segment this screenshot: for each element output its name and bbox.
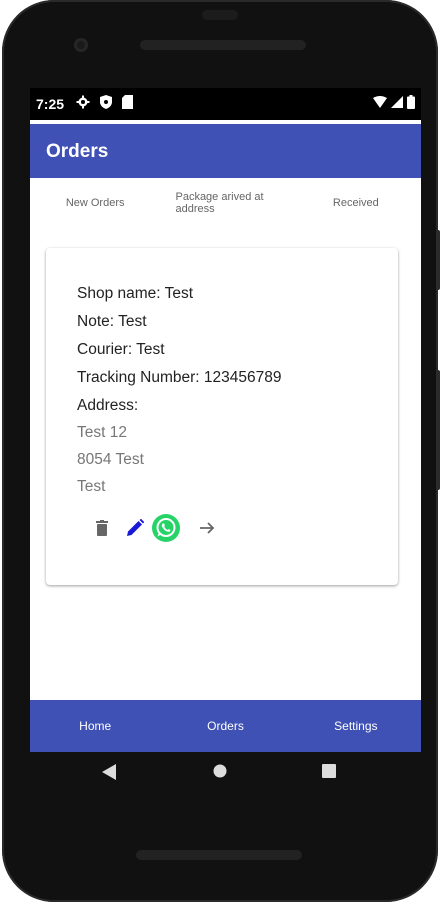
- bottom-navigation: Home Orders Settings: [30, 700, 421, 752]
- tab-received[interactable]: Received: [291, 180, 421, 226]
- bottom-speaker: [136, 850, 302, 860]
- nav-orders[interactable]: Orders: [160, 700, 290, 752]
- tab-package-arrived[interactable]: Package arived at address: [160, 180, 290, 226]
- recents-icon[interactable]: [322, 764, 336, 778]
- courier: Courier: Test: [77, 341, 165, 358]
- app-bar: Orders: [30, 124, 421, 178]
- order-note: Note: Test: [77, 313, 147, 330]
- sd-card-icon: [122, 95, 133, 109]
- power-button: [436, 230, 440, 290]
- system-navigation-bar: [2, 752, 438, 796]
- back-icon[interactable]: [102, 764, 116, 780]
- edit-icon: [127, 519, 144, 536]
- page-title: Orders: [46, 141, 109, 162]
- front-camera: [74, 38, 88, 52]
- gear-icon: [76, 95, 90, 109]
- order-status-tabs: New Orders Package arived at address Rec…: [30, 180, 421, 226]
- status-time: 7:25: [36, 96, 65, 112]
- whatsapp-button[interactable]: [150, 513, 182, 543]
- nav-home[interactable]: Home: [30, 700, 160, 752]
- edit-button[interactable]: [120, 519, 150, 537]
- status-bar: 7:25: [30, 88, 421, 120]
- address-line-2: 8054 Test: [77, 451, 144, 468]
- phone-frame: 7:25 Orders New Orders Package arived at…: [2, 0, 440, 902]
- nav-settings[interactable]: Settings: [291, 700, 421, 752]
- order-actions: [92, 513, 222, 543]
- forward-button[interactable]: [192, 521, 222, 535]
- volume-button: [436, 370, 440, 490]
- address-line-1: Test 12: [77, 424, 127, 441]
- order-card: Shop name: Test Note: Test Courier: Test…: [46, 248, 398, 585]
- top-speaker: [140, 40, 306, 50]
- tab-label: Package arived at address: [175, 191, 264, 215]
- shield-icon: [100, 95, 112, 109]
- tab-label: Received: [332, 197, 379, 209]
- tab-new-orders[interactable]: New Orders: [30, 180, 160, 226]
- delete-button[interactable]: [92, 520, 112, 536]
- home-icon[interactable]: [213, 764, 227, 778]
- address-label: Address:: [77, 397, 139, 414]
- tab-label: New Orders: [65, 197, 125, 209]
- screen: 7:25 Orders New Orders Package arived at…: [30, 88, 421, 752]
- earpiece: [202, 10, 238, 20]
- delete-icon: [96, 520, 108, 536]
- wifi-icon: [373, 96, 387, 108]
- tracking-number: Tracking Number: 123456789: [77, 369, 282, 386]
- signal-icon: [391, 96, 403, 108]
- battery-icon: [407, 95, 415, 109]
- arrow-forward-icon: [200, 522, 215, 534]
- whatsapp-icon: [152, 514, 180, 542]
- address-line-3: Test: [77, 478, 106, 495]
- shop-name: Shop name: Test: [77, 285, 194, 302]
